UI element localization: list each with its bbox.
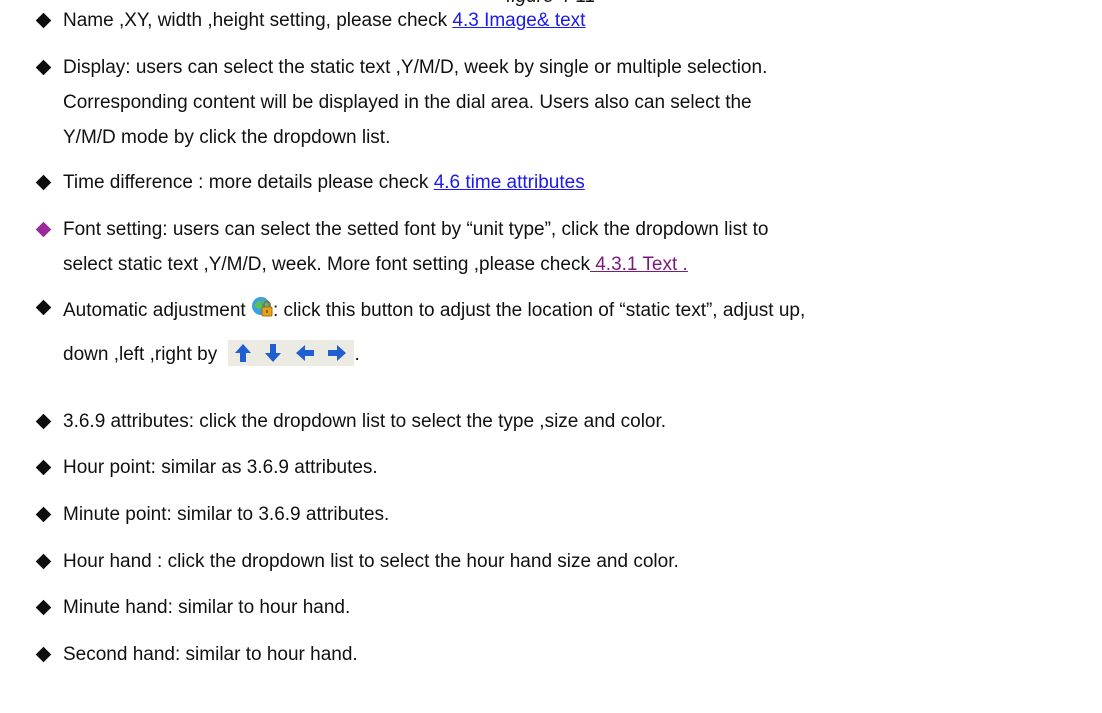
item-text: Minute hand: similar to hour hand. xyxy=(63,597,351,618)
arrow-up-icon[interactable] xyxy=(232,342,254,364)
bullet-diamond-icon xyxy=(35,174,52,191)
bullet-diamond-icon xyxy=(35,646,52,663)
figure-caption: figure 4-11 xyxy=(0,0,1102,8)
item-text: Time difference : more details please ch… xyxy=(63,172,434,193)
item-text-line3: Y/M/D mode by click the dropdown list. xyxy=(63,127,391,148)
item-text-line2: down ,left ,right by xyxy=(63,344,223,365)
bullet-diamond-icon xyxy=(35,59,52,76)
item-text-end: . xyxy=(354,344,360,365)
item-text-line2: select static text ,Y/M/D, week. More fo… xyxy=(63,254,590,275)
item-text: Display: users can select the static tex… xyxy=(63,57,768,78)
item-text-line2: Corresponding content will be displayed … xyxy=(63,92,752,113)
lock-adjust-icon[interactable] xyxy=(251,296,273,318)
arrow-button-strip xyxy=(228,340,355,366)
arrow-right-icon[interactable] xyxy=(326,342,348,364)
bullet-diamond-icon xyxy=(35,459,52,476)
item-text-continued: : click this button to adjust the locati… xyxy=(272,300,806,321)
item-text: Minute point: similar to 3.6.9 attribute… xyxy=(63,504,390,525)
bullet-diamond-icon xyxy=(35,299,52,316)
bullet-diamond-icon xyxy=(35,506,52,523)
bullet-diamond-icon xyxy=(35,599,52,616)
arrow-down-icon[interactable] xyxy=(262,342,284,364)
bullet-diamond-icon xyxy=(35,221,52,238)
bullet-diamond-icon xyxy=(35,553,52,570)
link-time-attributes[interactable]: 4.6 time attributes xyxy=(434,172,585,193)
item-text: Second hand: similar to hour hand. xyxy=(63,644,358,665)
item-text: Automatic adjustment xyxy=(63,300,251,321)
item-text: Hour hand : click the dropdown list to s… xyxy=(63,551,679,572)
item-text: Hour point: similar as 3.6.9 attributes. xyxy=(63,457,378,478)
arrow-left-icon[interactable] xyxy=(294,342,316,364)
bullet-diamond-icon xyxy=(35,12,52,29)
item-text: 3.6.9 attributes: click the dropdown lis… xyxy=(63,411,667,432)
bullet-diamond-icon xyxy=(35,413,52,430)
link-text[interactable]: 4.3.1 Text . xyxy=(590,254,688,275)
item-text: Font setting: users can select the sette… xyxy=(63,219,769,240)
item-text: Name ,XY, width ,height setting, please … xyxy=(63,10,453,31)
link-image-text[interactable]: 4.3 Image& text xyxy=(452,10,585,31)
